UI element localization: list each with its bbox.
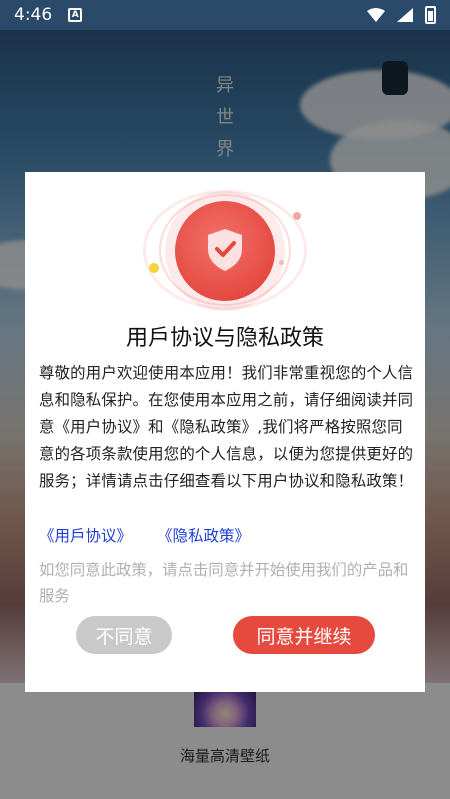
privacy-dialog: 用戶协议与隐私政策 尊敬的用户欢迎使用本应用！我们非常重视您的个人信息和隐私保护… bbox=[25, 172, 425, 692]
dialog-body: 尊敬的用户欢迎使用本应用！我们非常重视您的个人信息和隐私保护。在您使用本应用之前… bbox=[39, 364, 414, 490]
decorative-dot bbox=[279, 260, 284, 265]
consent-hint: 如您同意此政策，请点击同意并开始使用我们的产品和服务 bbox=[39, 561, 409, 605]
privacy-policy-link[interactable]: 《隐私政策》 bbox=[157, 527, 250, 545]
status-bar: 4:46 A bbox=[0, 0, 450, 30]
disagree-button[interactable]: 不同意 bbox=[76, 616, 172, 654]
policy-links: 《用戶协议》 《隐私政策》 bbox=[39, 524, 270, 546]
notification-a-icon: A bbox=[68, 8, 83, 22]
decorative-dot bbox=[293, 212, 301, 220]
decorative-dot bbox=[149, 263, 159, 273]
shield-check-icon bbox=[208, 229, 242, 271]
battery-icon bbox=[425, 6, 436, 24]
wifi-icon bbox=[367, 8, 385, 22]
user-agreement-link[interactable]: 《用戶协议》 bbox=[39, 527, 132, 545]
shield-badge bbox=[175, 201, 275, 301]
dialog-illustration bbox=[25, 172, 425, 312]
agree-continue-button[interactable]: 同意并继续 bbox=[233, 616, 375, 654]
status-time: 4:46 bbox=[14, 5, 53, 25]
signal-icon bbox=[397, 8, 413, 22]
dialog-title: 用戶协议与隐私政策 bbox=[125, 326, 324, 351]
status-icons bbox=[367, 6, 436, 24]
